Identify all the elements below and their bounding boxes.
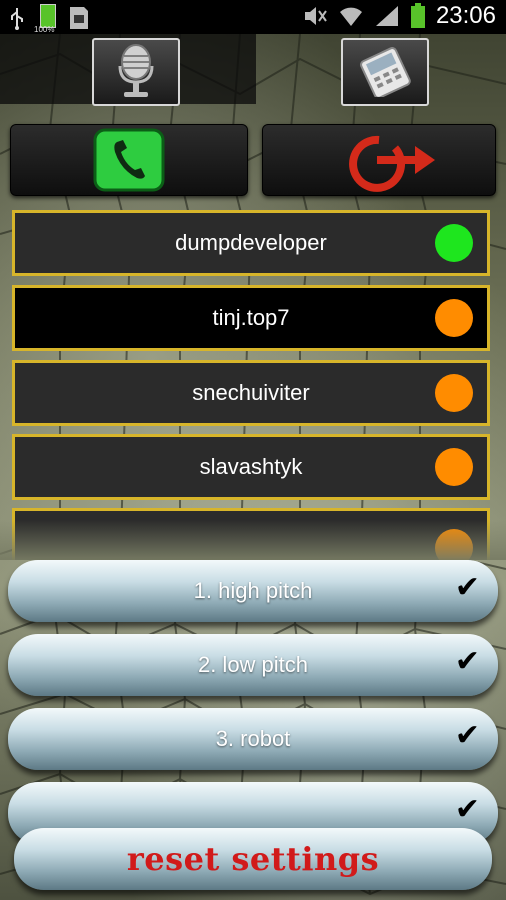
check-icon: ✔ [454,792,480,827]
microphone-icon [118,44,154,97]
wifi-icon [339,7,362,26]
status-dot [435,374,473,412]
effect-robot-button[interactable]: 3. robot ✔ [8,708,498,770]
reset-settings-button[interactable]: reset settings [14,828,492,890]
clock: 23:06 [435,2,496,29]
effect-label: 1. high pitch [193,578,313,603]
status-bar: 100% 23:06 [0,0,506,34]
list-fade [0,520,506,560]
power-arrow-icon [349,135,435,192]
battery-percent: 100% [34,25,55,34]
contact-name: slavashtyk [199,454,303,479]
contact-item[interactable]: dumpdeveloper [12,210,490,276]
phone-tab[interactable] [341,38,429,106]
status-dot [435,448,473,486]
call-button[interactable] [10,124,248,196]
status-dot [435,299,473,337]
status-dot [435,224,473,262]
battery-icon [410,3,425,28]
contact-name: snechuiviter [192,380,310,405]
check-icon: ✔ [454,644,480,679]
contact-item[interactable]: slavashtyk [12,434,490,500]
battery-small-icon: 100% [34,4,58,34]
exit-button[interactable] [262,124,496,196]
effect-label: 2. low pitch [197,652,309,677]
effect-high-pitch-button[interactable]: 1. high pitch ✔ [8,560,498,622]
contact-item[interactable]: snechuiviter [12,360,490,426]
contact-name: dumpdeveloper [175,230,327,255]
check-icon: ✔ [454,718,480,753]
contact-name: tinj.top7 [212,305,290,330]
mute-icon [304,7,327,25]
check-icon: ✔ [454,570,480,605]
microphone-tab[interactable] [92,38,180,106]
usb-icon [11,8,23,30]
sd-card-icon [70,7,88,29]
contact-item[interactable]: tinj.top7 [12,285,490,351]
phone-call-icon [93,128,165,192]
effect-label: 3. robot [215,726,291,751]
signal-icon [375,6,398,26]
mobile-phone-icon [360,47,411,97]
reset-label: reset settings [126,840,380,878]
effect-low-pitch-button[interactable]: 2. low pitch ✔ [8,634,498,696]
